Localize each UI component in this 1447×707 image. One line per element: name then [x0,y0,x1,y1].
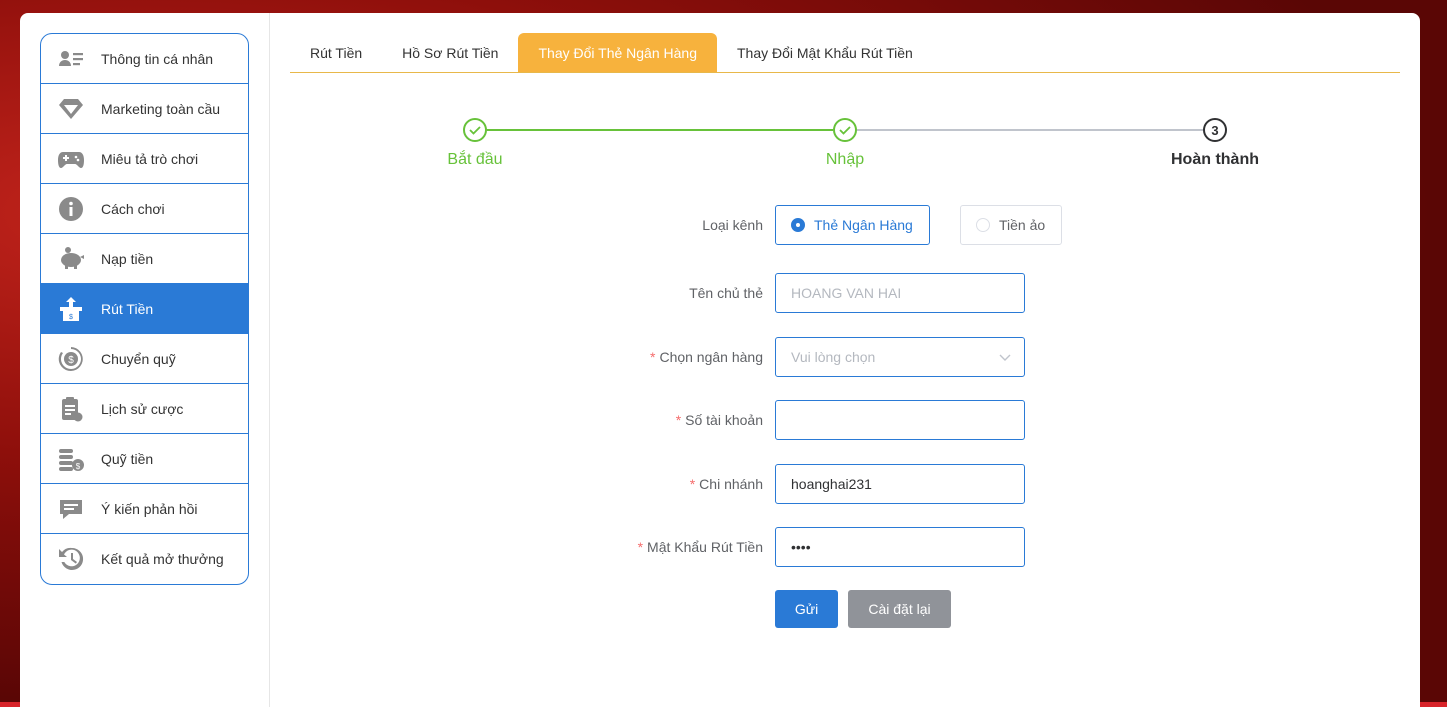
withdraw-icon: $ [41,295,101,323]
sidebar-item-draw-results[interactable]: Kết quả mở thưởng [41,534,248,584]
coins-icon: $ [41,445,101,473]
withdraw-password-input[interactable]: •••• [775,527,1025,567]
progress-steps: Bắt đầu Nhập 3 Hoàn thành [290,113,1400,183]
diamond-icon [41,95,101,123]
sidebar-item-label: Kết quả mở thưởng [101,551,224,567]
form-row-holder: Tên chủ thẻ HOANG VAN HAI [270,273,1380,313]
sidebar-item-money-fund[interactable]: $ Quỹ tiền [41,434,248,484]
form-row-bank: * Chọn ngân hàng Vui lòng chọn [270,337,1380,377]
bank-label-text: Chọn ngân hàng [659,349,763,365]
bank-label: * Chọn ngân hàng [650,337,763,377]
tab-change-withdraw-password[interactable]: Thay Đổi Mật Khẩu Rút Tiền [717,33,933,72]
user-card-icon [41,45,101,73]
radio-unchecked-icon [976,218,990,232]
step-connector-2 [857,129,1203,131]
form-row-channel: Loại kênh Thẻ Ngân Hàng Tiền ảo [270,205,1380,245]
radio-bank-card-label: Thẻ Ngân Hàng [814,217,913,233]
submit-button[interactable]: Gửi [775,590,838,628]
required-asterisk: * [675,412,682,428]
tab-bar: Rút Tiền Hồ Sơ Rút Tiền Thay Đổi Thẻ Ngâ… [290,33,1400,73]
channel-label: Loại kênh [702,217,763,233]
svg-text:$: $ [76,462,81,471]
chat-bubble-icon [41,495,101,523]
sidebar-item-label: Cách chơi [101,200,165,217]
step-1-label: Bắt đầu [447,151,503,168]
sidebar-item-feedback[interactable]: Ý kiến phản hồi [41,484,248,534]
sidebar-item-label: Thông tin cá nhân [101,50,214,67]
branch-label-text: Chi nhánh [699,476,763,492]
account-label-text: Số tài khoản [685,412,763,428]
sidebar-item-label: Rút Tiền [101,300,154,317]
sidebar-item-label: Lịch sử cược [101,400,184,417]
piggy-bank-icon [41,245,101,273]
history-icon [41,545,101,573]
account-number-input[interactable] [775,400,1025,440]
bank-select[interactable]: Vui lòng chọn [775,337,1025,377]
clipboard-icon [41,395,101,423]
sidebar-item-game-description[interactable]: Miêu tả trò chơi [41,134,248,184]
svg-text:$: $ [69,314,73,321]
password-label-text: Mật Khẩu Rút Tiền [647,539,763,555]
step-1-check-icon [463,118,487,142]
form-row-branch: * Chi nhánh hoanghai231 [270,464,1380,504]
sidebar-item-how-to-play[interactable]: Cách chơi [41,184,248,234]
sidebar-item-deposit[interactable]: Nạp tiền [41,234,248,284]
chevron-down-icon [999,354,1011,361]
required-asterisk: * [637,539,644,555]
holder-label: Tên chủ thẻ [689,285,763,301]
sidebar-item-label: Marketing toàn cầu [101,100,221,117]
tab-change-bank-card[interactable]: Thay Đổi Thẻ Ngân Hàng [518,33,717,72]
radio-crypto[interactable]: Tiền ảo [960,205,1062,245]
step-2-check-icon [833,118,857,142]
step-connector-1 [487,129,833,131]
sidebar-item-label: Chuyển quỹ [101,350,176,367]
sidebar-item-marketing[interactable]: Marketing toàn cầu [41,84,248,134]
tab-withdraw-records[interactable]: Hồ Sơ Rút Tiền [382,33,518,72]
sidebar-item-personal-info[interactable]: Thông tin cá nhân [41,34,248,84]
step-2-label: Nhập [825,151,865,168]
radio-crypto-label: Tiền ảo [999,217,1046,233]
bank-select-placeholder: Vui lòng chọn [791,349,876,365]
gamepad-icon [41,145,101,173]
step-3-number: 3 [1203,118,1227,142]
password-label: * Mật Khẩu Rút Tiền [638,527,763,567]
holder-input[interactable]: HOANG VAN HAI [775,273,1025,313]
tab-withdraw[interactable]: Rút Tiền [290,33,382,72]
step-3-label: Hoàn thành [1171,151,1259,168]
sidebar-menu: Thông tin cá nhân Marketing toàn cầu Miê… [40,33,249,585]
sidebar-item-label: Quỹ tiền [101,450,154,467]
radio-checked-icon [791,218,805,232]
form-row-actions: Gửi Cài đặt lại [270,590,1380,630]
account-label: * Số tài khoản [676,400,763,440]
form-row-password: * Mật Khẩu Rút Tiền •••• [270,527,1380,567]
reset-button[interactable]: Cài đặt lại [848,590,951,628]
sidebar-item-label: Nạp tiền [101,250,154,267]
form-row-account: * Số tài khoản [270,400,1380,440]
radio-bank-card[interactable]: Thẻ Ngân Hàng [775,205,930,245]
sidebar-item-fund-transfer[interactable]: $ Chuyển quỹ [41,334,248,384]
svg-text:$: $ [68,355,74,366]
sidebar-item-label: Miêu tả trò chơi [101,150,199,167]
branch-label: * Chi nhánh [690,464,763,504]
sidebar-item-label: Ý kiến phản hồi [101,500,198,517]
info-icon [41,195,101,223]
dollar-transfer-icon: $ [41,345,101,373]
sidebar-item-withdraw[interactable]: $ Rút Tiền [41,284,248,334]
required-asterisk: * [650,349,656,365]
required-asterisk: * [689,476,696,492]
sidebar-item-bet-history[interactable]: Lịch sử cược [41,384,248,434]
branch-input[interactable]: hoanghai231 [775,464,1025,504]
